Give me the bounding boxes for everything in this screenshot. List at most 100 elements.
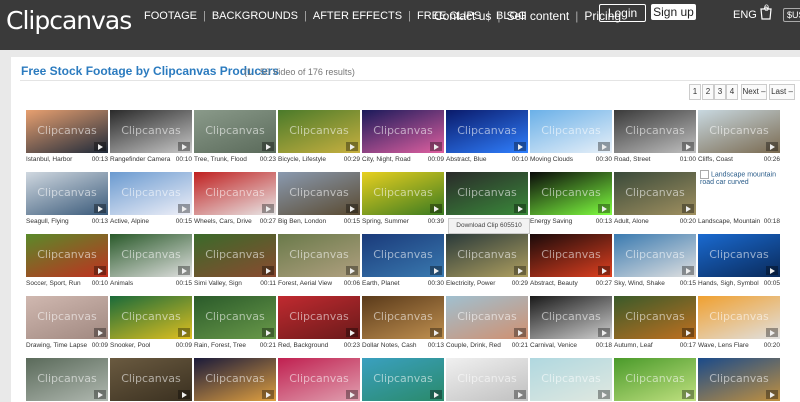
clip-thumbnail[interactable]: Clipcanvas <box>110 172 192 215</box>
clip-thumbnail[interactable]: Clipcanvas <box>614 172 696 215</box>
nav-backgrounds[interactable]: BACKGROUNDS <box>206 10 304 22</box>
clip-thumbnail[interactable]: Clipcanvas <box>698 234 780 277</box>
page-4-button[interactable]: 4 <box>726 84 738 100</box>
nav-footage[interactable]: FOOTAGE <box>138 10 203 22</box>
clip-thumbnail[interactable]: Clipcanvas <box>110 234 192 277</box>
play-icon[interactable] <box>94 328 106 337</box>
play-icon[interactable] <box>598 266 610 275</box>
play-icon[interactable] <box>598 204 610 213</box>
clip-thumbnail[interactable]: Clipcanvas <box>530 172 612 215</box>
play-icon[interactable] <box>514 142 526 151</box>
play-icon[interactable] <box>514 266 526 275</box>
play-icon[interactable] <box>262 266 274 275</box>
clip-thumbnail[interactable]: Clipcanvas <box>362 172 444 215</box>
nav-after-effects[interactable]: AFTER EFFECTS <box>307 10 408 22</box>
clip-thumbnail[interactable]: Clipcanvas <box>278 172 360 215</box>
play-icon[interactable] <box>598 328 610 337</box>
play-icon[interactable] <box>430 328 442 337</box>
play-icon[interactable] <box>430 266 442 275</box>
clip-thumbnail[interactable]: Clipcanvas <box>278 296 360 339</box>
play-icon[interactable] <box>346 328 358 337</box>
clip-thumbnail[interactable]: Clipcanvas <box>362 110 444 153</box>
clip-thumbnail[interactable]: Clipcanvas <box>26 296 108 339</box>
play-icon[interactable] <box>766 142 778 151</box>
nav-sell-content[interactable]: Sell content <box>501 9 576 23</box>
play-icon[interactable] <box>514 204 526 213</box>
clip-thumbnail[interactable]: Clipcanvas <box>110 110 192 153</box>
clip-thumbnail[interactable]: Clipcanvas <box>698 296 780 339</box>
play-icon[interactable] <box>178 266 190 275</box>
play-icon[interactable] <box>262 204 274 213</box>
clip-thumbnail[interactable]: Clipcanvas <box>614 358 696 401</box>
clip-thumbnail[interactable]: Clipcanvas <box>110 296 192 339</box>
clip-thumbnail[interactable]: Clipcanvas <box>110 358 192 401</box>
clip-thumbnail[interactable]: Clipcanvas <box>194 296 276 339</box>
clip-thumbnail[interactable]: Clipcanvas <box>446 110 528 153</box>
play-icon[interactable] <box>514 328 526 337</box>
clip-thumbnail[interactable]: Clipcanvas <box>194 234 276 277</box>
clip-thumbnail[interactable]: Clipcanvas <box>698 358 780 401</box>
play-icon[interactable] <box>766 266 778 275</box>
clip-thumbnail[interactable]: Clipcanvas <box>446 234 528 277</box>
clip-thumbnail[interactable]: Clipcanvas <box>614 234 696 277</box>
play-icon[interactable] <box>766 390 778 399</box>
play-icon[interactable] <box>94 266 106 275</box>
play-icon[interactable] <box>766 328 778 337</box>
play-icon[interactable] <box>346 390 358 399</box>
play-icon[interactable] <box>178 204 190 213</box>
clip-thumbnail[interactable]: Clipcanvas <box>446 296 528 339</box>
clip-thumbnail[interactable]: Clipcanvas <box>362 358 444 401</box>
next-page-button[interactable]: Next – <box>741 84 767 100</box>
play-icon[interactable] <box>346 142 358 151</box>
signup-button[interactable]: Sign up <box>651 4 696 20</box>
nav-contact-us[interactable]: Contact us <box>428 9 497 23</box>
broken-image-alt[interactable]: Landscape mountain road car curved <box>700 170 790 186</box>
play-icon[interactable] <box>682 142 694 151</box>
play-icon[interactable] <box>262 328 274 337</box>
clip-thumbnail[interactable]: Clipcanvas <box>362 296 444 339</box>
page-1-button[interactable]: 1 <box>689 84 701 100</box>
play-icon[interactable] <box>178 390 190 399</box>
clip-thumbnail[interactable]: Clipcanvas <box>362 234 444 277</box>
play-icon[interactable] <box>430 204 442 213</box>
play-icon[interactable] <box>430 390 442 399</box>
currency-selector[interactable]: $US <box>783 8 800 22</box>
play-icon[interactable] <box>346 266 358 275</box>
clip-thumbnail[interactable]: Clipcanvas <box>446 172 528 215</box>
clip-thumbnail[interactable]: Clipcanvas <box>278 234 360 277</box>
play-icon[interactable] <box>682 328 694 337</box>
login-button[interactable]: Login <box>599 4 646 22</box>
play-icon[interactable] <box>598 142 610 151</box>
play-icon[interactable] <box>346 204 358 213</box>
page-2-button[interactable]: 2 <box>702 84 714 100</box>
clip-thumbnail[interactable]: Clipcanvas <box>26 172 108 215</box>
play-icon[interactable] <box>430 142 442 151</box>
play-icon[interactable] <box>262 390 274 399</box>
play-icon[interactable] <box>178 142 190 151</box>
play-icon[interactable] <box>682 266 694 275</box>
play-icon[interactable] <box>178 328 190 337</box>
clip-thumbnail[interactable]: Clipcanvas <box>194 358 276 401</box>
clip-thumbnail[interactable]: Clipcanvas <box>278 110 360 153</box>
clip-thumbnail[interactable]: Clipcanvas <box>614 296 696 339</box>
play-icon[interactable] <box>94 390 106 399</box>
clip-thumbnail[interactable]: Clipcanvas <box>194 172 276 215</box>
clip-thumbnail[interactable]: Clipcanvas <box>614 110 696 153</box>
clip-thumbnail[interactable]: Clipcanvas <box>530 110 612 153</box>
page-3-button[interactable]: 3 <box>714 84 726 100</box>
clip-thumbnail[interactable]: Clipcanvas <box>26 358 108 401</box>
clip-thumbnail[interactable]: Clipcanvas <box>194 110 276 153</box>
clip-thumbnail[interactable]: Clipcanvas <box>530 296 612 339</box>
play-icon[interactable] <box>598 390 610 399</box>
play-icon[interactable] <box>94 204 106 213</box>
clip-thumbnail[interactable]: Clipcanvas <box>26 110 108 153</box>
play-icon[interactable] <box>682 390 694 399</box>
play-icon[interactable] <box>94 142 106 151</box>
play-icon[interactable] <box>262 142 274 151</box>
clip-thumbnail[interactable]: Clipcanvas <box>530 358 612 401</box>
clip-thumbnail[interactable]: Clipcanvas <box>698 110 780 153</box>
play-icon[interactable] <box>514 390 526 399</box>
clip-thumbnail[interactable]: Clipcanvas <box>26 234 108 277</box>
last-page-button[interactable]: Last – <box>769 84 795 100</box>
clip-thumbnail[interactable]: Clipcanvas <box>278 358 360 401</box>
